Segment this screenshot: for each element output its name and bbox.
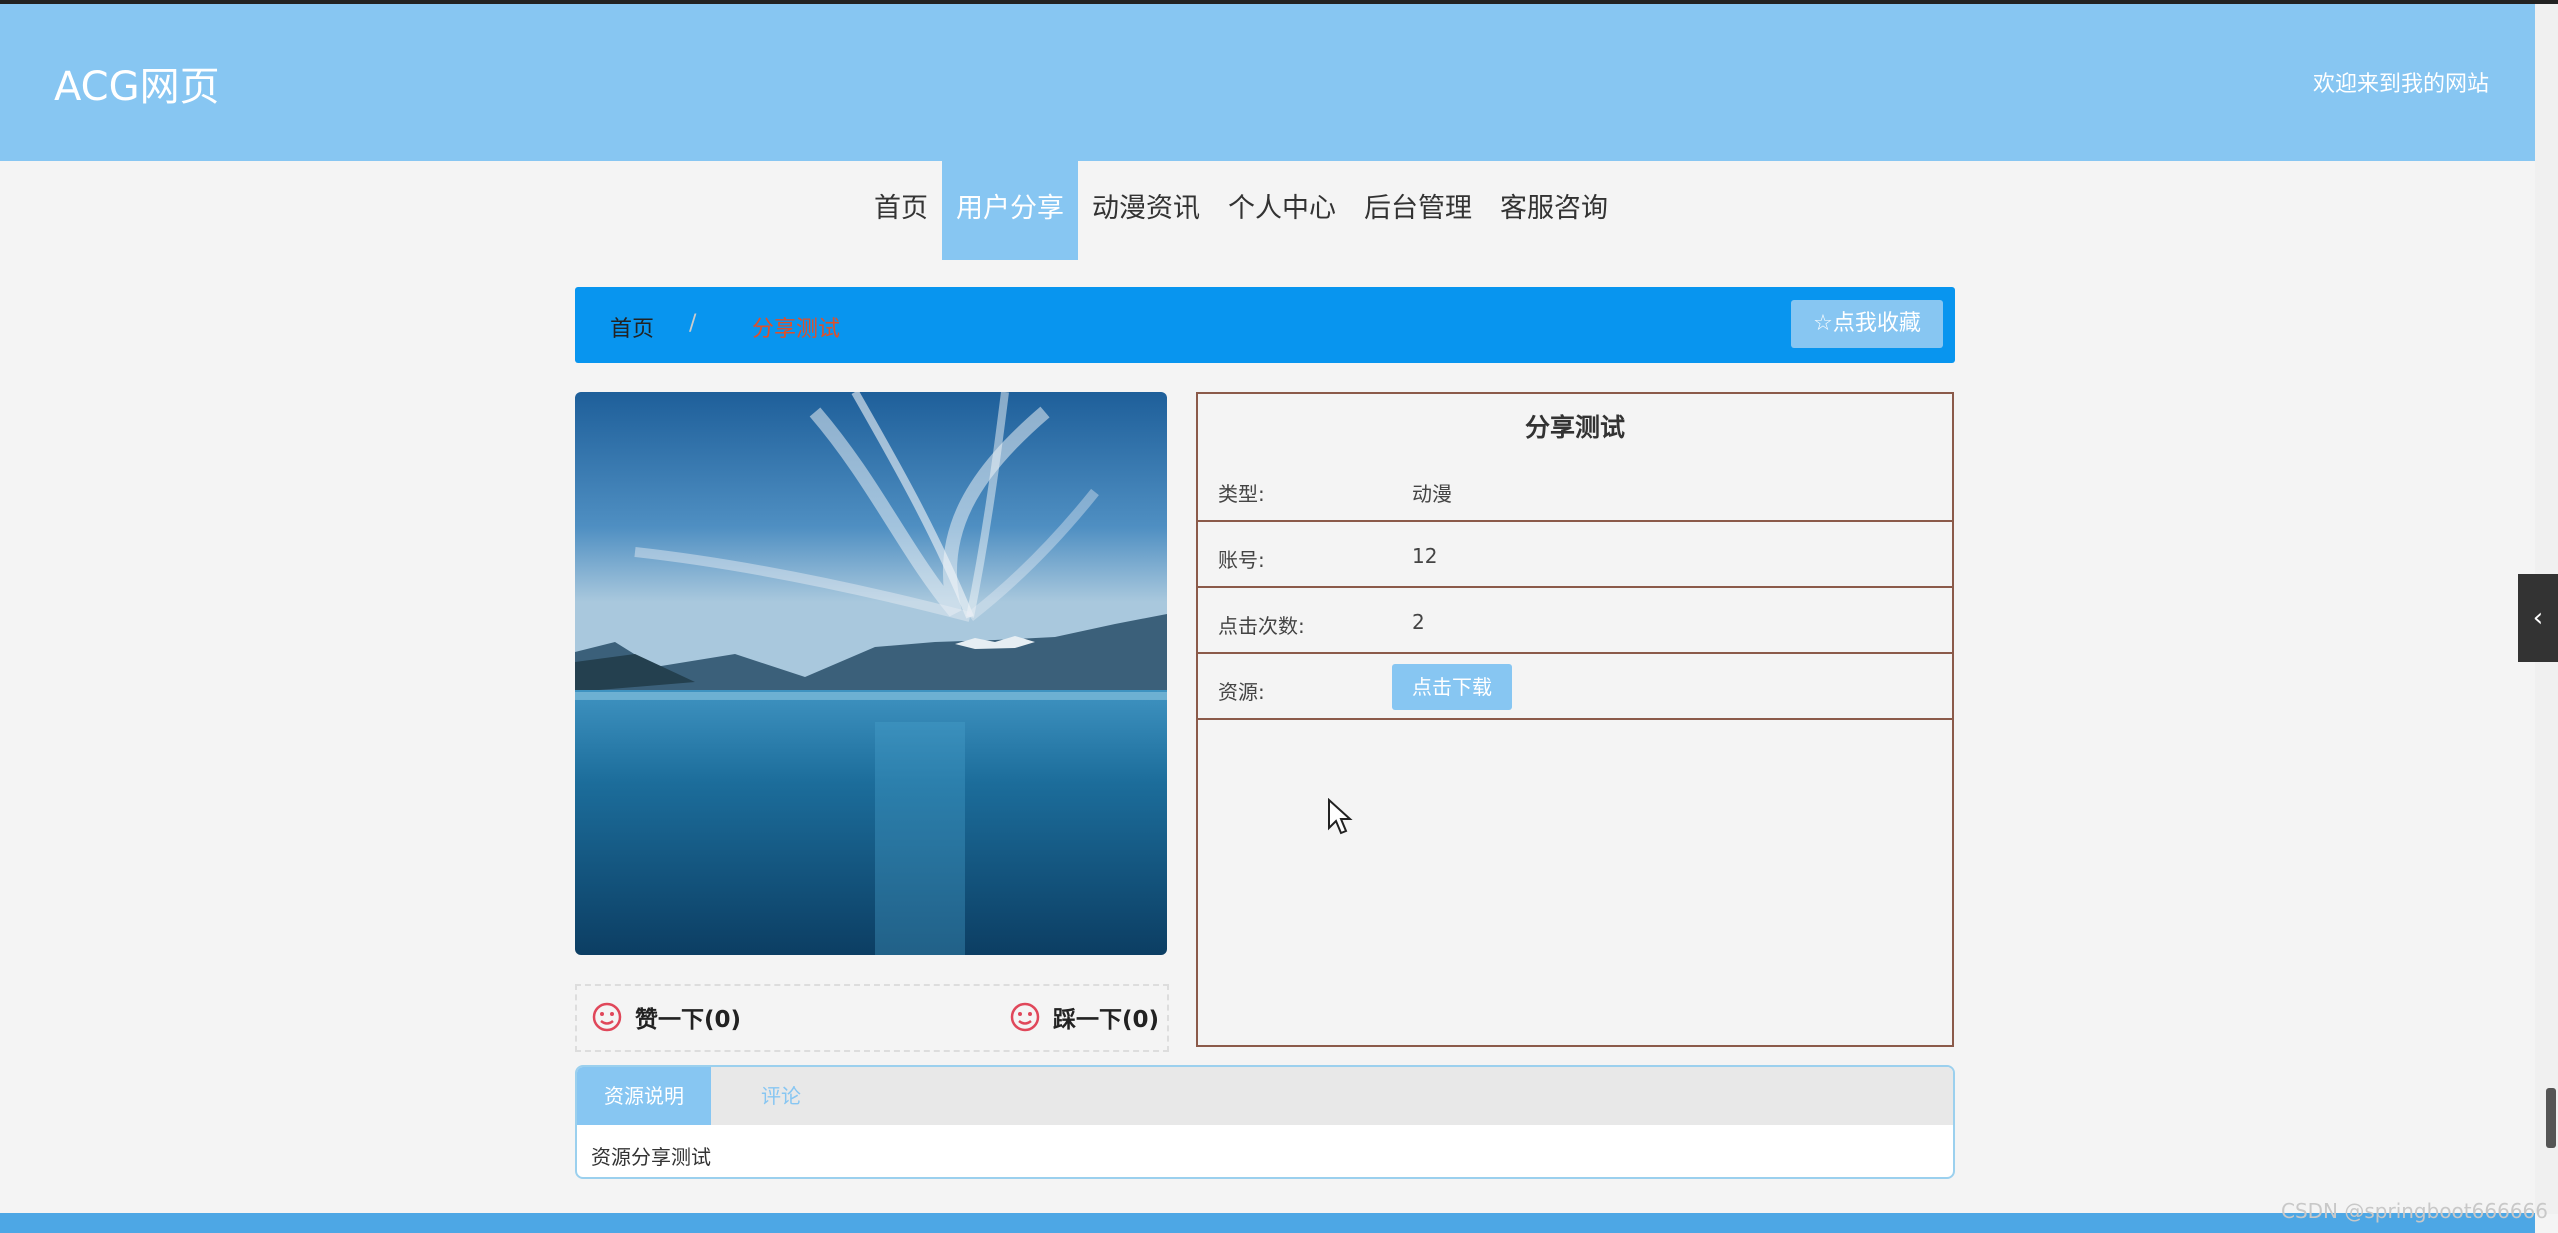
- site-logo[interactable]: ACG网页: [54, 54, 220, 112]
- account-value: 12: [1412, 544, 1438, 568]
- type-label: 类型:: [1218, 482, 1265, 506]
- breadcrumb-separator: /: [689, 311, 697, 336]
- detail-title: 分享测试: [1524, 413, 1625, 442]
- share-image: [575, 392, 1167, 955]
- welcome-text: 欢迎来到我的网站: [2312, 72, 2489, 97]
- nav-item-customer-service[interactable]: 客服咨询: [1486, 161, 1622, 260]
- detail-row-resource: 资源: 点击下载: [1198, 654, 1952, 720]
- nav-item-admin[interactable]: 后台管理: [1350, 161, 1486, 260]
- tab-comments[interactable]: 评论: [711, 1067, 851, 1125]
- detail-info-panel: 分享测试 类型: 动漫 账号: 12 点击次数: 2 资源: 点击下载: [1196, 392, 1954, 1047]
- breadcrumb-home-link[interactable]: 首页: [610, 311, 654, 343]
- lake-landscape-image: [575, 392, 1167, 955]
- watermark-text: CSDN @springboot666666: [2280, 1199, 2548, 1223]
- nav-item-anime-news[interactable]: 动漫资讯: [1078, 161, 1214, 260]
- tab-header: 资源说明 评论: [577, 1067, 1953, 1125]
- like-label: 赞一下(0): [635, 1007, 742, 1033]
- detail-row-type: 类型: 动漫: [1198, 456, 1952, 522]
- dislike-button[interactable]: 踩一下(0): [1009, 1000, 1159, 1034]
- like-button[interactable]: 赞一下(0): [591, 1000, 741, 1034]
- nav-item-home[interactable]: 首页: [860, 161, 942, 260]
- favorite-button[interactable]: ☆点我收藏: [1791, 300, 1943, 348]
- breadcrumb: 首页 / 分享测试 ☆点我收藏: [575, 287, 1955, 363]
- dislike-label: 踩一下(0): [1053, 1007, 1160, 1033]
- clicks-value: 2: [1412, 610, 1425, 634]
- detail-row-clicks: 点击次数: 2: [1198, 588, 1952, 654]
- smile-face-icon: [592, 1002, 622, 1032]
- main-nav: 首页 用户分享 动漫资讯 个人中心 后台管理 客服咨询: [0, 161, 2535, 260]
- nav-item-user-share[interactable]: 用户分享: [942, 161, 1078, 260]
- scrollbar-thumb[interactable]: [2546, 1088, 2556, 1148]
- tab-content: 资源分享测试: [591, 1145, 711, 1169]
- tab-resource-description[interactable]: 资源说明: [577, 1067, 711, 1125]
- chevron-left-icon: ‹: [2532, 603, 2544, 633]
- smile-face-icon: [1010, 1002, 1040, 1032]
- resource-label: 资源:: [1218, 680, 1265, 704]
- clicks-label: 点击次数:: [1218, 614, 1305, 638]
- vote-box: 赞一下(0) 踩一下(0): [575, 984, 1169, 1052]
- nav-item-personal-center[interactable]: 个人中心: [1214, 161, 1350, 260]
- type-value: 动漫: [1412, 482, 1452, 506]
- side-panel-toggle[interactable]: ‹: [2518, 574, 2558, 662]
- detail-row-account: 账号: 12: [1198, 522, 1952, 588]
- breadcrumb-current: 分享测试: [752, 317, 841, 342]
- mouse-cursor-icon: [1327, 797, 1353, 840]
- resource-tabs: 资源说明 评论 资源分享测试: [575, 1065, 1955, 1179]
- site-header: ACG网页 欢迎来到我的网站: [0, 4, 2535, 161]
- account-label: 账号:: [1218, 548, 1265, 572]
- download-button[interactable]: 点击下载: [1392, 664, 1512, 710]
- footer-bar: [0, 1213, 2535, 1233]
